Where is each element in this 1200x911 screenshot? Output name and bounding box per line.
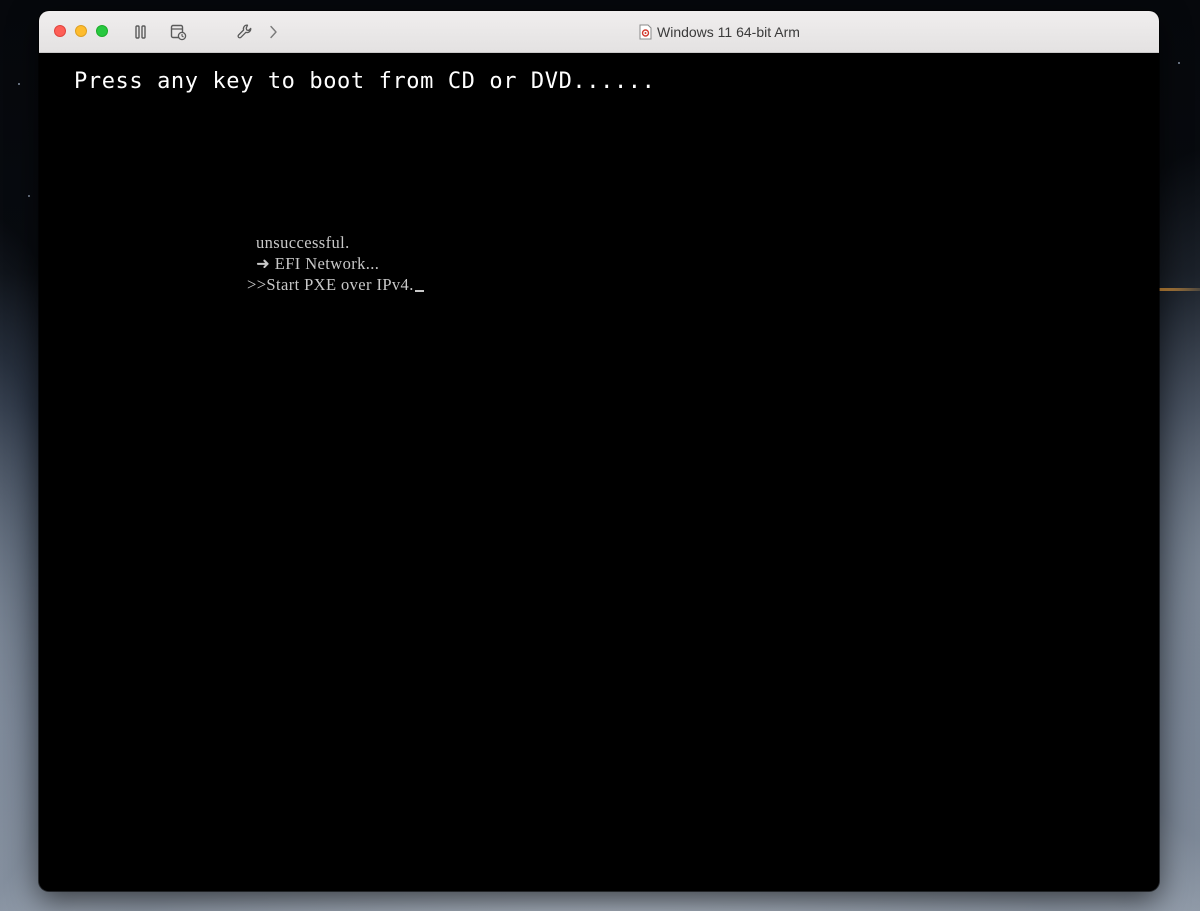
text-cursor bbox=[414, 290, 424, 292]
boot-prompt-text: Press any key to boot from CD or DVD....… bbox=[74, 69, 656, 94]
title-bar[interactable]: Windows 11 64-bit Arm bbox=[39, 11, 1159, 53]
window-title-text: Windows 11 64-bit Arm bbox=[657, 24, 800, 40]
star bbox=[28, 195, 30, 197]
vm-document-icon bbox=[639, 24, 652, 40]
vm-display[interactable]: Press any key to boot from CD or DVD....… bbox=[39, 53, 1159, 891]
earth-horizon-glow bbox=[1158, 288, 1200, 291]
star bbox=[18, 83, 20, 85]
efi-status-line: unsuccessful. bbox=[256, 233, 350, 252]
window-title: Windows 11 64-bit Arm bbox=[639, 23, 800, 41]
close-button[interactable] bbox=[54, 25, 66, 37]
pause-icon[interactable] bbox=[131, 22, 151, 42]
vm-window: Windows 11 64-bit Arm Press any key to b… bbox=[39, 11, 1159, 891]
zoom-button[interactable] bbox=[96, 25, 108, 37]
snapshot-icon[interactable] bbox=[168, 22, 188, 42]
minimize-button[interactable] bbox=[75, 25, 87, 37]
pxe-boot-text: >>Start PXE over IPv4. bbox=[247, 275, 414, 294]
pxe-boot-line: >>Start PXE over IPv4. bbox=[247, 275, 424, 295]
chevron-right-icon[interactable] bbox=[263, 22, 283, 42]
star bbox=[1178, 62, 1180, 64]
efi-network-line: ➜ EFI Network... bbox=[256, 254, 380, 273]
settings-wrench-icon[interactable] bbox=[235, 22, 255, 42]
